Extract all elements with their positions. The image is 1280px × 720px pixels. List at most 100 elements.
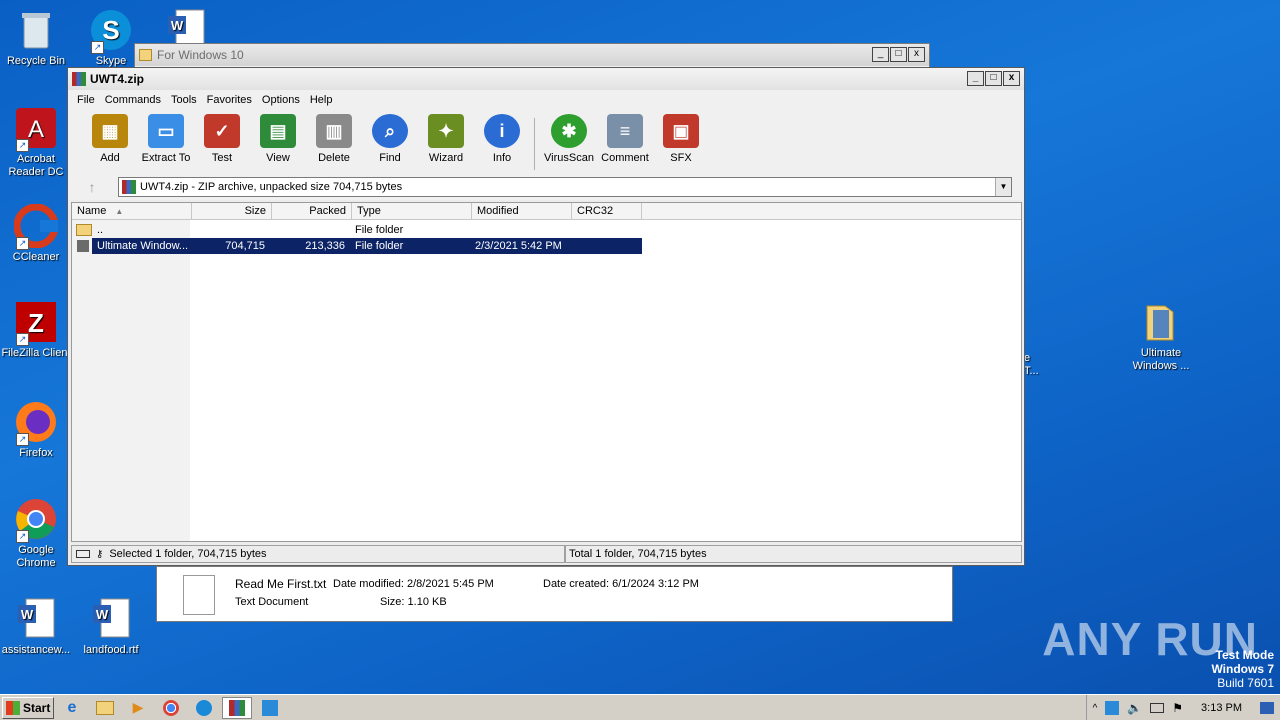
shortcut-arrow-icon: ↗ [16,237,29,250]
taskbar-app-icon[interactable] [255,697,285,719]
extract-to-button[interactable]: ▭ Extract To [138,114,194,164]
desktop-icon-ultimate-windows[interactable]: Ultimate Windows ... [1125,300,1197,373]
address-row: ↑ UWT4.zip - ZIP archive, unpacked size … [68,174,1024,200]
file-list[interactable]: Name ▲ Size Packed Type Modified CRC32 .… [71,202,1022,542]
desktop-icon-filezilla[interactable]: Z ↗ FileZilla Client [0,300,72,360]
drive-icon [76,550,90,558]
status-bar: ⚷ Selected 1 folder, 704,715 bytes Total… [71,545,1022,563]
chevron-down-icon[interactable]: ▼ [995,178,1011,196]
view-button[interactable]: ▤ View [250,114,306,164]
date-created-label: Date created: [543,578,610,590]
taskbar-winrar-icon[interactable] [222,696,252,719]
menu-options[interactable]: Options [257,94,305,106]
find-button[interactable]: ⌕ Find [362,114,418,164]
desktop-icon-label: CCleaner [12,251,60,263]
column-header-size[interactable]: Size [192,203,272,219]
table-row[interactable]: .. File folder [76,222,570,238]
taskbar-ie-icon[interactable]: e [57,697,87,719]
flag-icon[interactable]: ⚑ [1172,701,1183,715]
column-header-crc32[interactable]: CRC32 [572,203,642,219]
column-header-name[interactable]: Name ▲ [72,203,192,219]
window-title: UWT4.zip [90,72,144,86]
up-arrow-icon[interactable]: ↑ [74,177,110,197]
background-window-title: For Windows 10 [157,48,244,62]
maximize-button[interactable]: □ [890,47,907,62]
row-name: .. [97,224,104,236]
shortcut-arrow-icon: ↗ [16,530,29,543]
date-modified-label: Date modified: [333,578,404,590]
row-packed: 213,336 [305,240,345,252]
desktop-icon-label: Ultimate Windows ... [1132,347,1190,372]
tray-expand-icon[interactable]: ^ [1093,703,1098,714]
show-desktop-icon[interactable] [1260,702,1274,714]
magnifier-icon: ⌕ [372,114,408,148]
close-button[interactable]: x [908,47,925,62]
details-pane: Read Me First.txt Date modified: 2/8/202… [156,566,953,622]
comment-button[interactable]: ≡ Comment [597,114,653,164]
shortcut-arrow-icon: ↗ [16,333,29,346]
desktop-icon-label: assistancew... [1,644,71,656]
taskbar-explorer-icon[interactable] [90,697,120,719]
size-value: 1.10 KB [407,596,447,608]
taskbar: Start e ▶ ^ 🔈 ⚑ 3:13 PM [0,694,1280,720]
row-packed [270,222,350,238]
date-modified-value: 2/8/2021 5:45 PM [407,578,494,590]
minimize-button[interactable]: _ [872,47,889,62]
ccleaner-icon: ↗ [13,203,59,250]
test-button[interactable]: ✓ Test [194,114,250,164]
background-window[interactable]: For Windows 10 _ □ x [134,43,930,69]
tray-monitor-icon[interactable] [1150,703,1165,713]
desktop-icon-label: Acrobat Reader DC [8,153,64,178]
minimize-button[interactable]: _ [967,71,984,86]
details-filename: Read Me First.txt [235,577,327,591]
info-button[interactable]: i Info [474,114,530,164]
tray-network-icon[interactable] [1105,701,1120,715]
table-row-selected[interactable]: Ultimate Window... 704,715 213,336 File … [92,238,642,254]
windows-logo-icon [6,700,20,715]
desktop-icon-recycle-bin[interactable]: Recycle Bin [0,8,72,68]
comment-icon: ≡ [607,114,643,148]
desktop-icon-label: Recycle Bin [6,55,66,67]
shortcut-arrow-icon: ↗ [91,41,104,54]
winrar-app-icon [72,72,86,86]
taskbar-media-player-icon[interactable]: ▶ [123,697,153,719]
chrome-icon: ↗ [14,497,58,543]
close-button[interactable]: x [1003,71,1020,86]
column-header-modified[interactable]: Modified [472,203,572,219]
add-button[interactable]: ▦ Add [82,114,138,164]
taskbar-edge-icon[interactable] [189,697,219,719]
row-size [190,222,270,238]
menu-tools[interactable]: Tools [166,94,202,106]
address-bar[interactable]: UWT4.zip - ZIP archive, unpacked size 70… [118,177,1012,197]
desktop-icon-landfood[interactable]: W landfood.rtf [75,597,147,657]
winrar-window[interactable]: UWT4.zip _ □ x File Commands Tools Favor… [67,67,1025,566]
desktop-icon-acrobat[interactable]: A ↗ Acrobat Reader DC [0,106,72,179]
wizard-button[interactable]: ✦ Wizard [418,114,474,164]
menu-favorites[interactable]: Favorites [202,94,257,106]
desktop-icon-ccleaner[interactable]: ↗ CCleaner [0,203,72,264]
desktop-icon-assistance-doc[interactable]: W assistancew... [0,597,72,657]
magic-wand-icon: ✦ [428,114,464,148]
desktop-icon-firefox[interactable]: ↗ Firefox [0,400,72,460]
taskbar-chrome-icon[interactable] [156,697,186,719]
speaker-icon[interactable]: 🔈 [1127,701,1142,715]
desktop-icon-chrome[interactable]: ↗ Google Chrome [0,497,72,570]
trash-icon: ▥ [316,114,352,148]
virusscan-button[interactable]: ✱ VirusScan [541,114,597,164]
clock[interactable]: 3:13 PM [1201,702,1242,714]
start-button[interactable]: Start [2,696,54,719]
size-label: Size: [380,596,405,608]
column-header-packed[interactable]: Packed [272,203,352,219]
menu-help[interactable]: Help [305,94,338,106]
menu-file[interactable]: File [72,94,100,106]
background-window-titlebar[interactable]: For Windows 10 _ □ x [135,44,929,66]
maximize-button[interactable]: □ [985,71,1002,86]
menu-commands[interactable]: Commands [100,94,166,106]
row-type: File folder [355,224,404,236]
firefox-icon: ↗ [14,400,58,446]
window-titlebar[interactable]: UWT4.zip _ □ x [68,68,1024,90]
column-header-type[interactable]: Type [352,203,472,219]
desktop-icon-label: Firefox [19,447,53,459]
delete-button[interactable]: ▥ Delete [306,114,362,164]
sfx-button[interactable]: ▣ SFX [653,114,709,164]
